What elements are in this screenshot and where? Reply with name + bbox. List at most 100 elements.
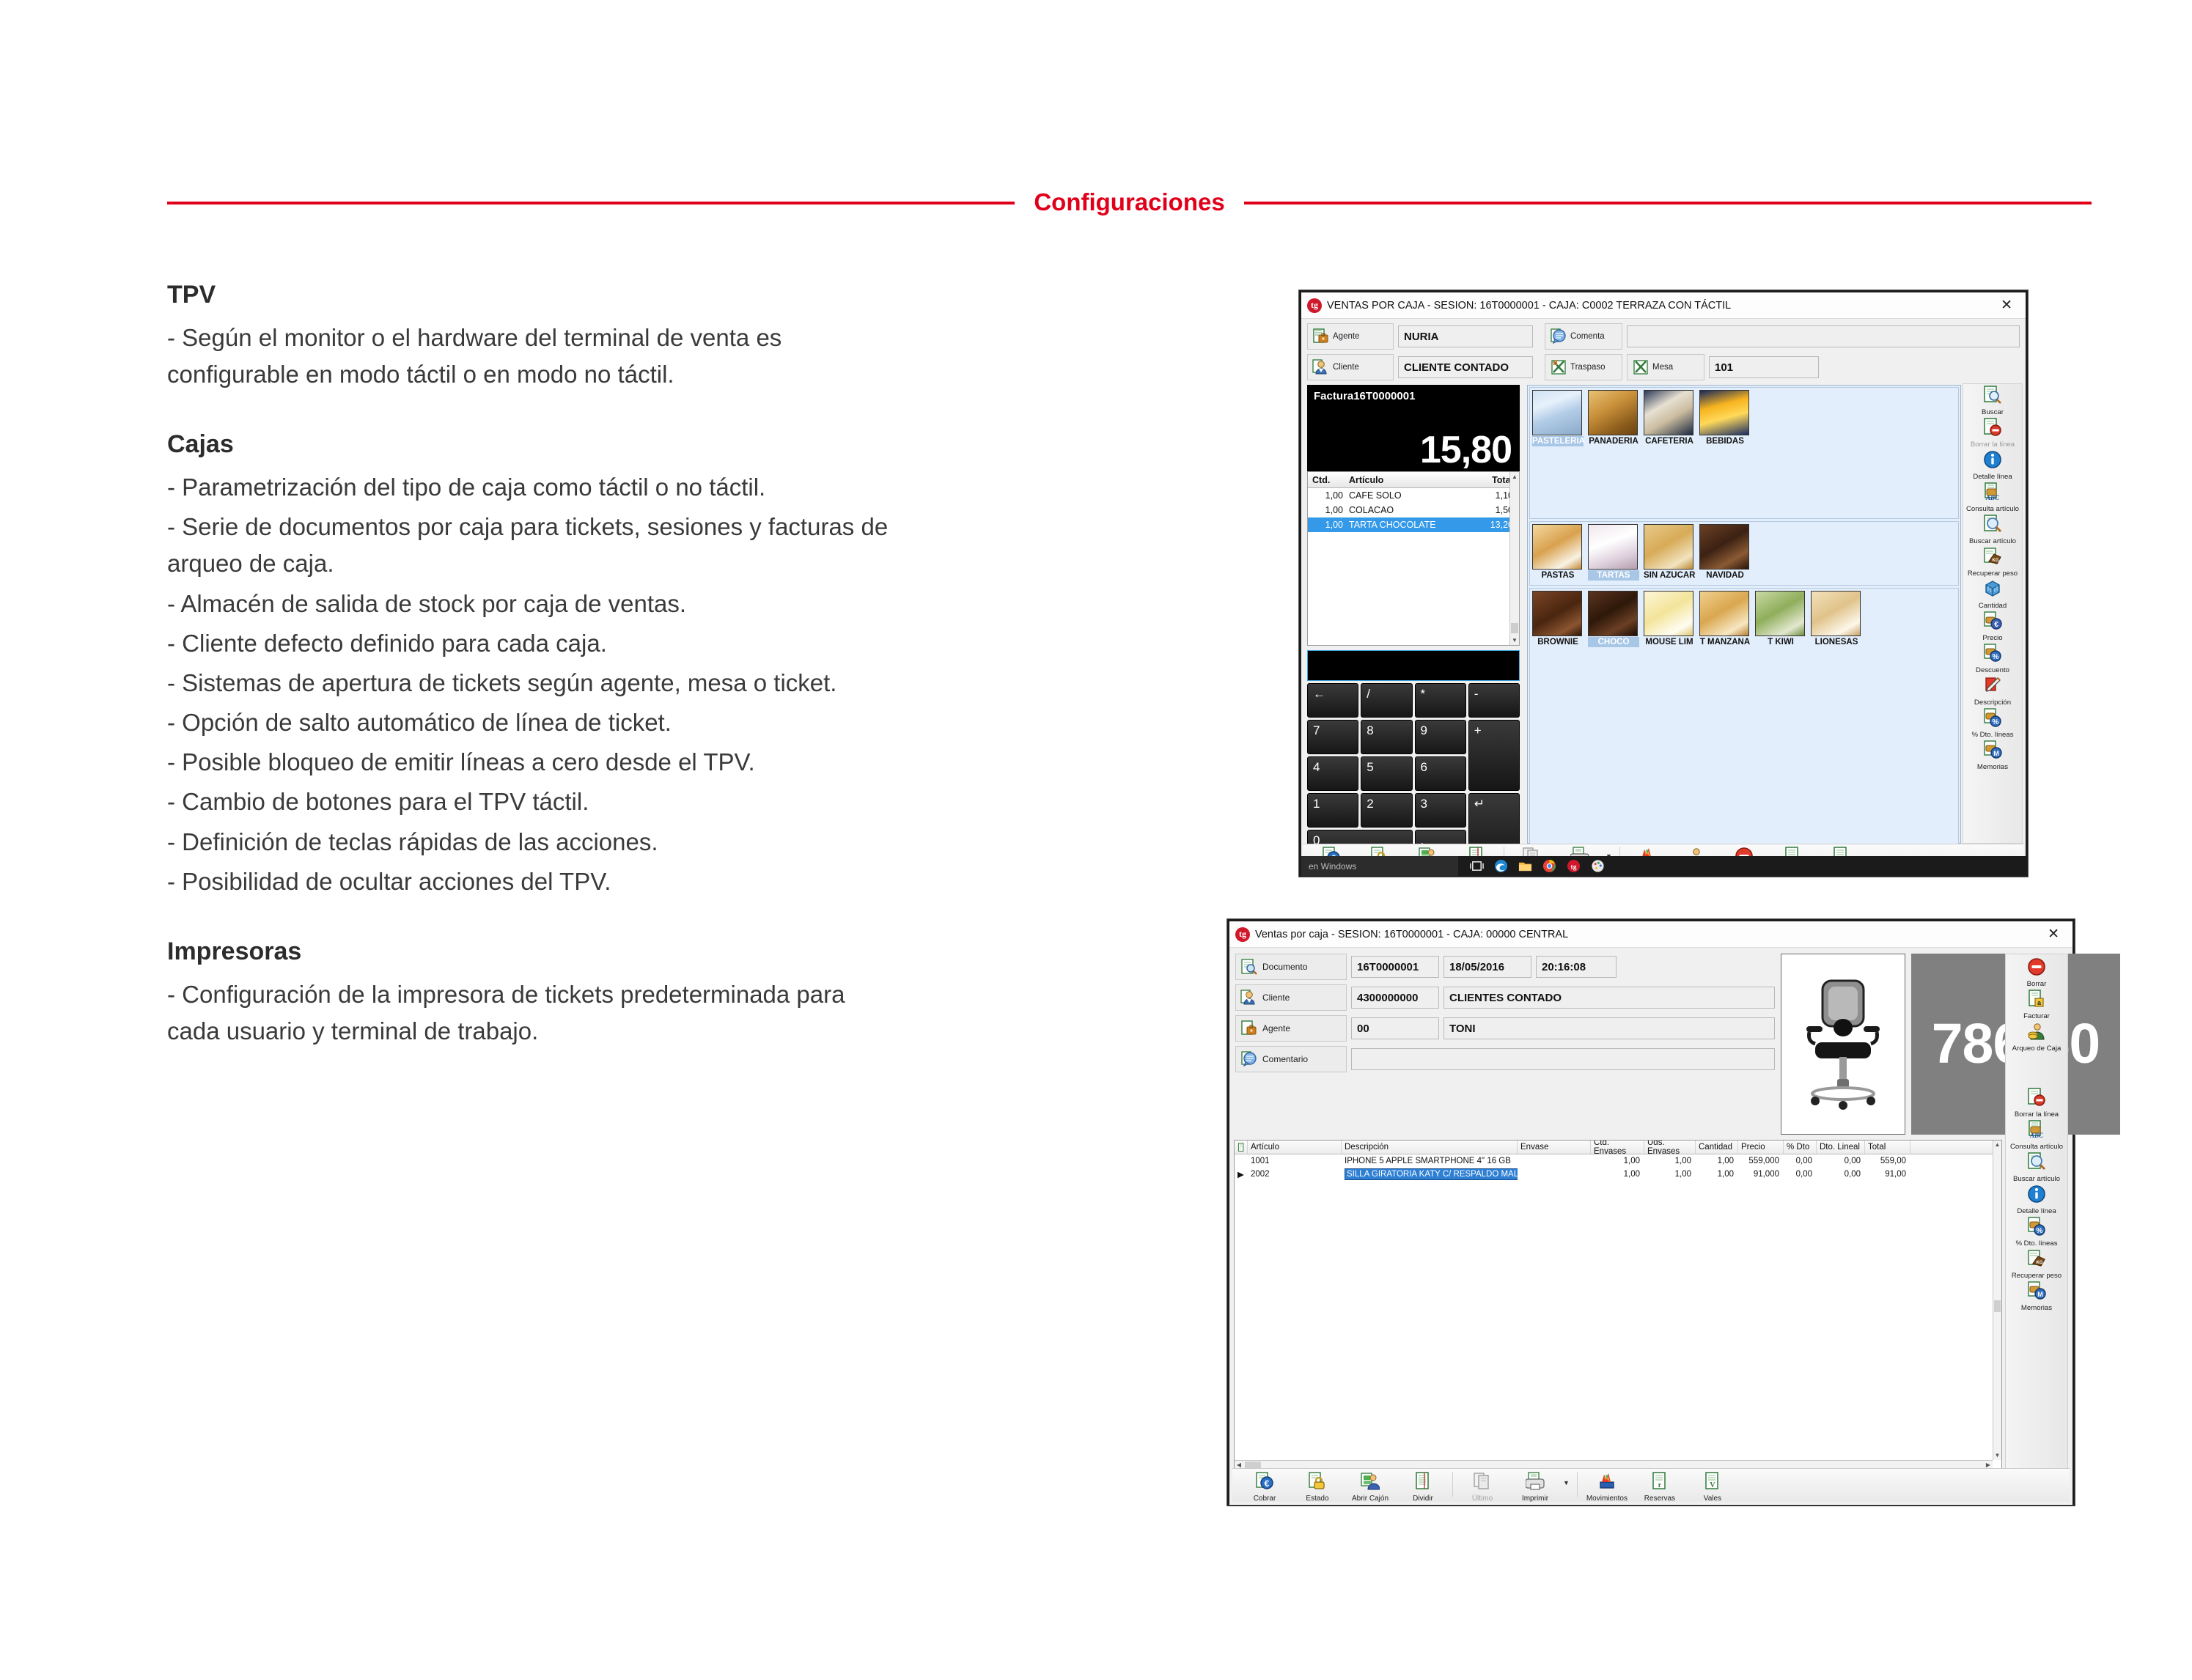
cliente-name-input[interactable]: CLIENTES CONTADO <box>1443 987 1775 1009</box>
scroll-down-icon[interactable]: ▼ <box>1993 1451 2001 1460</box>
sidebar-action-memorias[interactable]: M Memorias <box>1963 740 2022 771</box>
cliente-button[interactable]: Cliente <box>1235 984 1347 1011</box>
sidebar-action-arqueo-de-caja[interactable]: Arqueo de Caja <box>2006 1022 2067 1053</box>
ticket-lines-grid[interactable]: Ctd. Artículo Total 1,00 CAFE SOLO 1,10 1,0… <box>1307 471 1520 646</box>
scroll-thumb-horizontal[interactable] <box>1245 1462 1261 1468</box>
agente-button[interactable]: Agente <box>1307 323 1394 350</box>
sidebar-action-detalle-l-nea[interactable]: Detalle línea <box>2006 1185 2067 1215</box>
sidebar-action-buscar-art-culo[interactable]: Buscar artículo <box>1963 515 2022 545</box>
traspaso-button[interactable]: Traspaso <box>1545 354 1622 380</box>
sidebar-action-memorias[interactable]: M Memorias <box>2006 1281 2067 1312</box>
sidebar-action-buscar-art-culo[interactable]: Buscar artículo <box>2006 1152 2067 1183</box>
scroll-down-icon[interactable]: ▼ <box>1510 635 1519 645</box>
close-icon[interactable]: ✕ <box>1993 298 2020 312</box>
sidebar-action-borrar-la-l-nea[interactable]: Borrar la línea <box>2006 1088 2067 1119</box>
product-button[interactable]: BROWNIE <box>1532 591 1584 647</box>
cliente-button[interactable]: Cliente <box>1307 354 1394 380</box>
agente-input[interactable]: NURIA <box>1398 325 1533 347</box>
cliente-input[interactable]: CLIENTE CONTADO <box>1398 356 1533 378</box>
sidebar-action-consulta-art-culo[interactable]: ABC Consulta artículo <box>2006 1120 2067 1151</box>
toolbar-action-movimientos[interactable]: Movimientos <box>1581 1472 1633 1503</box>
agente-button[interactable]: Agente <box>1235 1015 1347 1042</box>
keypad-key-minus[interactable]: - <box>1468 683 1520 718</box>
sidebar-action-descuento[interactable]: % Descuento <box>1963 644 2022 674</box>
sidebar-action-buscar[interactable]: Buscar <box>1963 386 2022 416</box>
paint-icon[interactable] <box>1591 859 1605 873</box>
toolbar-action-cobrar[interactable]: € Cobrar <box>1238 1472 1291 1503</box>
mesa-button[interactable]: Mesa <box>1627 354 1704 380</box>
toolbar-action-reservas[interactable]: r Reservas <box>1633 1472 1686 1503</box>
sidebar-action-cantidad[interactable]: Cantidad <box>1963 579 2022 610</box>
keypad-key-multiply[interactable]: * <box>1414 683 1466 718</box>
product-button[interactable]: PANADERIA <box>1588 390 1639 446</box>
keypad-key-7[interactable]: 7 <box>1307 720 1359 754</box>
sidebar-action-dto-l-neas[interactable]: % % Dto. líneas <box>1963 708 2022 739</box>
ticket-line-row[interactable]: 1,00 COLACAO 1,50 <box>1308 503 1519 517</box>
keypad-key-6[interactable]: 6 <box>1414 756 1466 791</box>
documento-number-input[interactable]: 16T0000001 <box>1351 956 1439 978</box>
comenta-input[interactable] <box>1627 325 2020 347</box>
ticket-grid-scrollbar[interactable]: ▲ ▼ <box>1509 472 1519 645</box>
product-button[interactable]: LIONESAS <box>1811 591 1862 647</box>
keypad-key-3[interactable]: 3 <box>1414 793 1466 828</box>
sidebar-action-precio[interactable]: € Precio <box>1963 611 2022 642</box>
comenta-button[interactable]: Comenta <box>1545 323 1622 350</box>
sidebar-action-consulta-art-culo[interactable]: ABC Consulta artículo <box>1963 482 2022 513</box>
scroll-up-icon[interactable]: ▲ <box>1510 472 1519 482</box>
keypad-key-1[interactable]: 1 <box>1307 793 1359 828</box>
toolbar-action-abrir-caj-n[interactable]: Abrir Cajón <box>1344 1472 1397 1503</box>
keypad-key-9[interactable]: 9 <box>1414 720 1466 754</box>
product-button[interactable]: T KIWI <box>1755 591 1806 647</box>
comentario-button[interactable]: Comentario <box>1235 1046 1347 1072</box>
product-button[interactable]: CAFETERIA <box>1644 390 1695 446</box>
keypad-display[interactable] <box>1307 650 1520 681</box>
scroll-up-icon[interactable]: ▲ <box>1993 1141 2001 1149</box>
comentario-input[interactable] <box>1351 1048 1775 1070</box>
file-explorer-icon[interactable] <box>1518 859 1532 873</box>
documento-button[interactable]: Documento <box>1235 954 1347 980</box>
product-button[interactable]: SIN AZUCAR <box>1644 524 1696 585</box>
mesa-input[interactable]: 101 <box>1709 356 1819 378</box>
table-row[interactable]: ▶ 2002 SILLA GIRATORIA KATY C/ RESPALDO MA… <box>1235 1168 2001 1181</box>
product-button[interactable]: TARTAS <box>1588 524 1639 585</box>
keypad-key-4[interactable]: 4 <box>1307 756 1359 791</box>
toolbar-action-estado[interactable]: Estado <box>1291 1472 1344 1503</box>
chrome-icon[interactable] <box>1542 859 1556 873</box>
toolbar-action-vales[interactable]: V Vales <box>1686 1472 1739 1503</box>
sidebar-action-recuperar-peso[interactable]: KG Recuperar peso <box>2006 1249 2067 1280</box>
sidebar-action-dto-l-neas[interactable]: % % Dto. líneas <box>2006 1217 2067 1248</box>
keypad-key-plus[interactable]: + <box>1468 720 1520 791</box>
toolbar-action-imprimir[interactable]: Imprimir <box>1509 1472 1562 1503</box>
scroll-thumb[interactable] <box>1511 623 1518 633</box>
toolbar-action-dividir[interactable]: Dividir <box>1397 1472 1449 1503</box>
sidebar-action-detalle-l-nea[interactable]: Detalle línea <box>1963 450 2022 481</box>
keypad-key-2[interactable]: 2 <box>1361 793 1413 828</box>
agente-name-input[interactable]: TONI <box>1443 1017 1775 1039</box>
sidebar-action-recuperar-peso[interactable]: KG Recuperar peso <box>1963 547 2022 578</box>
ticket-line-row[interactable]: 1,00 CAFE SOLO 1,10 <box>1308 488 1519 503</box>
tg-app-icon[interactable]: tg <box>1567 859 1581 873</box>
chevron-down-icon[interactable]: ▼ <box>1563 1479 1570 1486</box>
product-button[interactable]: BEBIDAS <box>1699 390 1751 446</box>
grid-vertical-scrollbar[interactable]: ▲ ▼ <box>1993 1141 2001 1460</box>
cliente-code-input[interactable]: 4300000000 <box>1351 987 1439 1009</box>
keypad-key-8[interactable]: 8 <box>1361 720 1413 754</box>
keypad-key-divide[interactable]: / <box>1361 683 1413 718</box>
keypad-key-backspace[interactable]: ← <box>1307 683 1359 718</box>
edge-icon[interactable] <box>1494 859 1508 873</box>
product-button[interactable]: T MANZANA <box>1699 591 1751 647</box>
product-button[interactable]: NAVIDAD <box>1699 524 1751 585</box>
document-lines-grid[interactable]: Artículo Descripción Envase Ctd. Envases… <box>1234 1140 2002 1470</box>
task-view-icon[interactable] <box>1470 859 1484 873</box>
keypad-key-5[interactable]: 5 <box>1361 756 1413 791</box>
close-icon[interactable]: ✕ <box>2040 927 2067 941</box>
sidebar-action-borrar[interactable]: Borrar <box>2006 957 2067 988</box>
ticket-line-row[interactable]: 1,00 TARTA CHOCOLATE 13,20 <box>1308 517 1519 532</box>
product-button[interactable]: PASTELERIA <box>1532 390 1585 446</box>
sidebar-action-descripci-n[interactable]: Descripción <box>1963 676 2022 707</box>
agente-code-input[interactable]: 00 <box>1351 1017 1439 1039</box>
documento-date-input[interactable]: 18/05/2016 <box>1443 956 1531 978</box>
documento-time-input[interactable]: 20:16:08 <box>1536 956 1617 978</box>
sidebar-action-facturar[interactable]: a Facturar <box>2006 990 2067 1020</box>
scroll-thumb-vertical[interactable] <box>1994 1300 2001 1312</box>
